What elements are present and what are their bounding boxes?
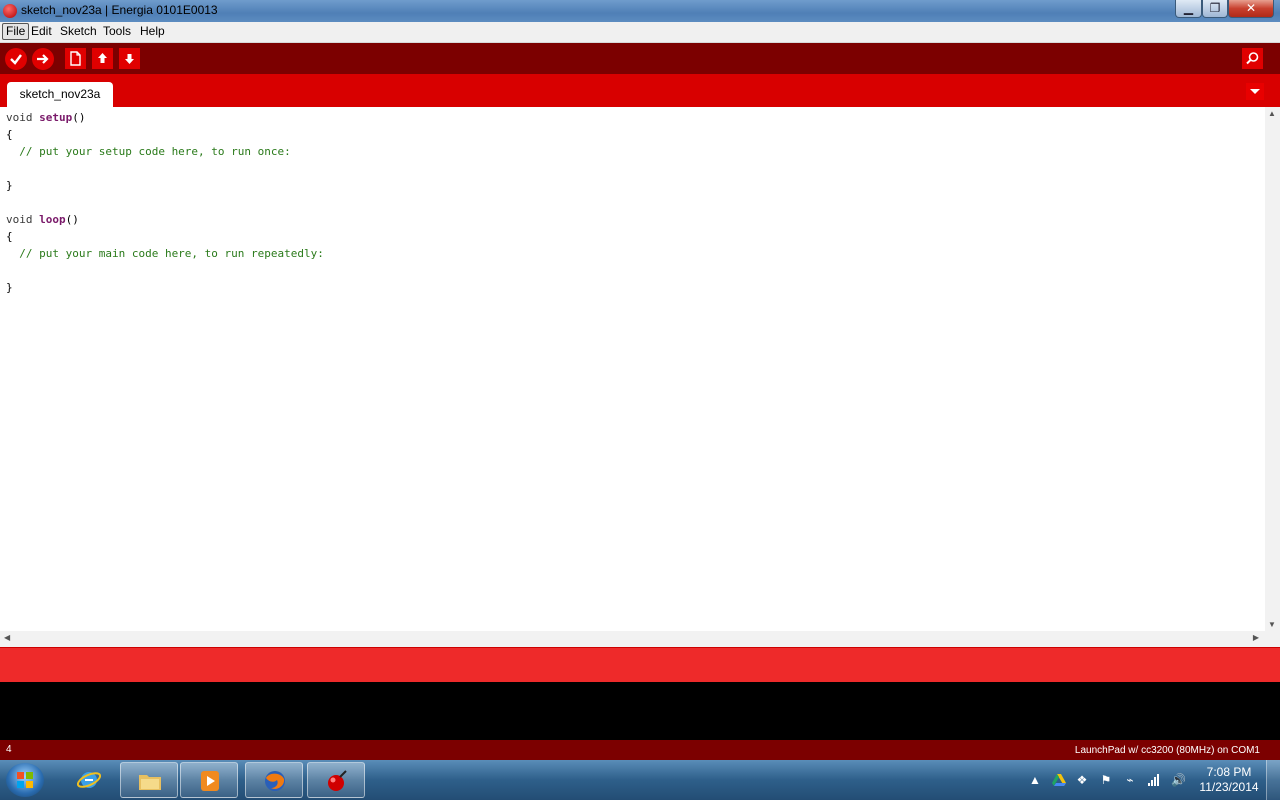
verify-button[interactable] <box>5 48 27 70</box>
code-line: } <box>6 281 13 294</box>
scroll-down-icon[interactable]: ▼ <box>1268 620 1276 629</box>
status-bar: 4 LaunchPad w/ cc3200 (80MHz) on COM1 <box>0 740 1280 760</box>
energia-app-icon[interactable] <box>3 4 17 18</box>
internet-explorer-icon <box>77 772 101 788</box>
tab-sketch-nov23a[interactable]: sketch_nov23a <box>7 82 113 107</box>
network-signal-icon[interactable] <box>1147 773 1161 787</box>
code-text[interactable]: void setup() { // put your setup code he… <box>0 107 1265 296</box>
windows-taskbar: ▲ ❖ ⚑ ⌁ 🔊 7:08 PM 11/23/2014 <box>0 760 1280 800</box>
power-plug-icon[interactable]: ⌁ <box>1123 773 1137 787</box>
action-center-flag-icon[interactable]: ⚑ <box>1099 773 1113 787</box>
triangle-down-icon <box>1250 89 1260 94</box>
maximize-button[interactable]: ❐ <box>1202 0 1228 18</box>
horizontal-scrollbar[interactable]: ◀ ▶ <box>0 631 1265 647</box>
arrow-right-icon <box>37 54 49 64</box>
show-hidden-icons-icon[interactable]: ▲ <box>1028 773 1042 787</box>
system-tray: ▲ ❖ ⚑ ⌁ 🔊 <box>1025 760 1195 800</box>
window-title: sketch_nov23a | Energia 0101E0013 <box>21 3 218 17</box>
close-button[interactable]: ✕ <box>1228 0 1274 18</box>
save-button[interactable] <box>119 48 140 69</box>
message-bar <box>0 647 1280 683</box>
start-button[interactable] <box>6 763 44 797</box>
code-line: { <box>6 230 13 243</box>
clock-date: 11/23/2014 <box>1199 780 1259 794</box>
code-line: void setup() <box>6 111 86 124</box>
volume-icon[interactable]: 🔊 <box>1171 773 1186 787</box>
code-line: } <box>6 179 13 192</box>
console-output[interactable] <box>0 682 1280 740</box>
board-info: LaunchPad w/ cc3200 (80MHz) on COM1 <box>1074 745 1260 756</box>
taskbar-energia[interactable] <box>307 762 365 798</box>
google-drive-icon[interactable] <box>1052 773 1066 787</box>
taskbar-media-player[interactable] <box>180 762 238 798</box>
menu-file[interactable]: File <box>2 23 30 40</box>
dropbox-icon[interactable]: ❖ <box>1075 773 1089 787</box>
energia-icon <box>328 770 347 791</box>
new-file-icon <box>70 51 81 66</box>
serial-monitor-button[interactable] <box>1242 48 1263 69</box>
tab-strip: sketch_nov23a <box>0 74 1280 107</box>
media-player-icon <box>201 771 219 791</box>
open-button[interactable] <box>92 48 113 69</box>
toolbar <box>0 43 1280 74</box>
windows-logo-icon <box>17 772 33 788</box>
magnifier-icon <box>1246 52 1259 65</box>
firefox-icon <box>265 771 285 791</box>
menu-bar: File Edit Sketch Tools Help <box>0 22 1280 43</box>
window-title-bar[interactable]: sketch_nov23a | Energia 0101E0013 ▁ ❐ ✕ <box>0 0 1280 22</box>
arrow-up-icon <box>98 53 107 63</box>
show-desktop-button[interactable] <box>1266 760 1280 800</box>
taskbar-firefox[interactable] <box>245 762 303 798</box>
clock-time: 7:08 PM <box>1206 765 1252 779</box>
vertical-scrollbar[interactable]: ▲ ▼ <box>1265 107 1280 631</box>
upload-button[interactable] <box>32 48 54 70</box>
new-button[interactable] <box>65 48 86 69</box>
code-line: void loop() <box>6 213 79 226</box>
menu-tools[interactable]: Tools <box>100 23 134 40</box>
scroll-left-icon[interactable]: ◀ <box>4 633 10 642</box>
code-comment: // put your main code here, to run repea… <box>6 247 324 260</box>
folder-icon <box>139 775 161 790</box>
taskbar-windows-explorer[interactable] <box>120 762 178 798</box>
arrow-down-icon <box>125 54 134 64</box>
scroll-right-icon[interactable]: ▶ <box>1253 633 1259 642</box>
menu-help[interactable]: Help <box>137 23 168 40</box>
code-editor[interactable]: void setup() { // put your setup code he… <box>0 107 1265 631</box>
code-line: { <box>6 128 13 141</box>
taskbar-clock[interactable]: 7:08 PM 11/23/2014 <box>1196 765 1262 795</box>
minimize-button[interactable]: ▁ <box>1175 0 1202 18</box>
menu-edit[interactable]: Edit <box>28 23 55 40</box>
line-number: 4 <box>6 744 12 755</box>
check-icon <box>10 54 22 65</box>
scrollbar-corner <box>1265 631 1280 647</box>
scroll-up-icon[interactable]: ▲ <box>1268 109 1276 118</box>
taskbar-internet-explorer[interactable] <box>60 762 118 798</box>
code-comment: // put your setup code here, to run once… <box>6 145 291 158</box>
menu-sketch[interactable]: Sketch <box>57 23 100 40</box>
tab-menu-button[interactable] <box>1246 83 1264 100</box>
